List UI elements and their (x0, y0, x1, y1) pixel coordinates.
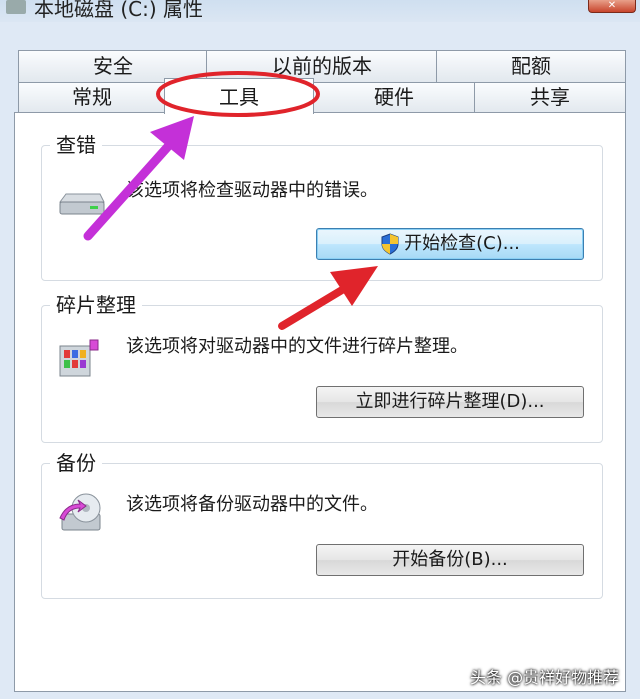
description: 该选项将检查驱动器中的错误。 (126, 180, 378, 201)
defrag-icon (59, 339, 99, 377)
watermark: 头条 @贵祥好物推荐 (470, 668, 620, 687)
tools-panel: 查错 该选项将检查驱动器中的错误。 开始检查(C)... 碎片整理 该选项将对驱… (14, 112, 626, 692)
tab-sharing[interactable]: 共享 (474, 82, 626, 113)
backup-icon (59, 493, 101, 531)
button-label: 开始备份(B)... (392, 549, 508, 570)
description: 该选项将备份驱动器中的文件。 (126, 494, 378, 515)
tab-label: 共享 (530, 85, 570, 109)
tab-label: 工具 (219, 85, 259, 109)
tab-label: 硬件 (374, 85, 414, 109)
backup-group: 备份 该选项将备份驱动器中的文件。 开始备份(B)... (41, 447, 603, 599)
error-checking-group: 查错 该选项将检查驱动器中的错误。 开始检查(C)... (41, 129, 603, 281)
button-label: 开始检查(C)... (404, 233, 520, 254)
title-bar: 本地磁盘 (C:) 属性 ✕ (0, 0, 640, 22)
close-button[interactable]: ✕ (588, 0, 636, 13)
tab-label: 常规 (72, 85, 112, 109)
defragmentation-group: 碎片整理 该选项将对驱动器中的文件进行碎片整理。 立即进行碎片整理(D)... (41, 289, 603, 443)
defragment-now-button[interactable]: 立即进行碎片整理(D)... (316, 386, 584, 418)
uac-shield-icon (381, 233, 399, 255)
window-title: 本地磁盘 (C:) 属性 (34, 0, 204, 21)
tab-label: 安全 (93, 54, 133, 78)
group-title: 碎片整理 (50, 289, 142, 318)
tab-general[interactable]: 常规 (18, 82, 166, 113)
group-title: 查错 (50, 129, 102, 158)
tab-tools[interactable]: 工具 (164, 78, 314, 114)
drive-icon (6, 0, 26, 14)
tab-label: 以前的版本 (272, 54, 372, 78)
group-title: 备份 (50, 447, 102, 476)
tab-quota[interactable]: 配额 (436, 50, 626, 82)
description: 该选项将对驱动器中的文件进行碎片整理。 (126, 336, 468, 357)
hard-drive-icon (59, 193, 105, 215)
button-label: 立即进行碎片整理(D)... (355, 391, 545, 412)
tab-hardware[interactable]: 硬件 (312, 82, 476, 113)
start-check-button[interactable]: 开始检查(C)... (316, 228, 584, 260)
start-backup-button[interactable]: 开始备份(B)... (316, 544, 584, 576)
tab-label: 配额 (511, 54, 551, 78)
